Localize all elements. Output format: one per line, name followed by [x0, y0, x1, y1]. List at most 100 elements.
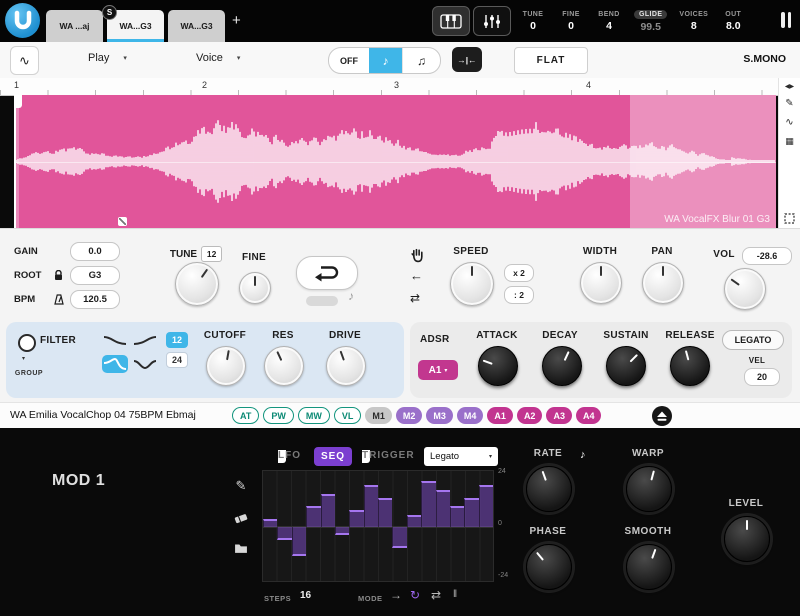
pitchwheel-pill[interactable]: PW [263, 407, 294, 424]
out-readout[interactable]: OUT 8.0 [720, 11, 746, 32]
waveform-display[interactable]: WA VocalFX Blur 01 G3 [14, 95, 776, 228]
voice-mode-dropdown[interactable]: Voice ▾ [196, 52, 240, 64]
speed-knob[interactable] [450, 262, 494, 306]
tab-seq[interactable]: SEQ [314, 447, 352, 466]
fade-handle[interactable] [118, 217, 127, 226]
waveform-tool-button[interactable]: ∿ [10, 46, 39, 75]
collapse-panel-button[interactable] [652, 406, 672, 426]
filter-lowpass-icon[interactable] [102, 331, 128, 349]
fade-out-region[interactable] [630, 95, 776, 228]
seq-step[interactable] [263, 519, 277, 527]
mod3-pill[interactable]: M3 [426, 407, 453, 424]
sync-note-button[interactable]: ♪ [369, 48, 402, 73]
seq-step[interactable] [277, 527, 291, 540]
grid-icon[interactable]: ▦ [785, 137, 794, 146]
filter-resonant-lowpass-icon[interactable] [102, 355, 128, 373]
env4-pill[interactable]: A4 [576, 407, 602, 424]
mod4-pill[interactable]: M4 [457, 407, 484, 424]
swap-direction-icon[interactable]: ⇄ [410, 291, 420, 305]
drive-knob[interactable] [326, 346, 366, 386]
filter-highpass-icon[interactable] [132, 331, 158, 349]
seq-step[interactable] [349, 510, 363, 527]
keyboard-view-button[interactable] [432, 6, 470, 36]
steps-value[interactable]: 16 [300, 590, 311, 601]
seq-step[interactable] [378, 498, 392, 527]
width-knob[interactable] [580, 262, 622, 304]
mode-loop-icon[interactable]: ↻ [410, 588, 420, 602]
filter-notch-icon[interactable] [132, 355, 158, 373]
release-knob[interactable] [670, 346, 710, 386]
app-logo-icon[interactable] [5, 3, 40, 38]
sync-off-button[interactable]: OFF [329, 48, 369, 73]
mode-hold-icon[interactable]: ‖ [453, 589, 457, 600]
tab-trigger[interactable]: TRIGGER [362, 450, 370, 463]
seq-step[interactable] [421, 481, 435, 527]
start-marker-handle[interactable] [14, 95, 22, 108]
timeline-ruler[interactable]: 1 2 3 4 [0, 78, 778, 96]
seq-step[interactable] [450, 506, 464, 527]
smooth-knob[interactable] [626, 544, 672, 590]
velocity-pill[interactable]: VL [334, 407, 362, 424]
bend-readout[interactable]: BEND 4 [596, 11, 622, 32]
sustain-knob[interactable] [606, 346, 646, 386]
hand-tool-icon[interactable] [409, 247, 425, 268]
curve-icon[interactable]: ∿ [785, 118, 793, 128]
envelope-slot-dropdown[interactable]: A1 ▾ [418, 360, 458, 380]
fine-knob[interactable] [239, 272, 271, 304]
play-mode-dropdown[interactable]: Play ▾ [88, 52, 127, 64]
preset-name[interactable]: WA Emilia VocalChop 04 75BPM Ebmaj [10, 409, 196, 421]
warp-knob[interactable] [626, 466, 672, 512]
attack-knob[interactable] [478, 346, 518, 386]
tune-semitone-value[interactable]: 12 [201, 246, 222, 262]
pan-knob[interactable] [642, 262, 684, 304]
seq-step[interactable] [335, 527, 349, 535]
aftertouch-pill[interactable]: AT [232, 407, 259, 424]
legato-button[interactable]: LEGATO [722, 330, 784, 350]
seq-step[interactable] [479, 485, 493, 527]
speed-double-button[interactable]: x 2 [504, 264, 534, 282]
flat-button[interactable]: FLAT [514, 47, 588, 74]
seq-step[interactable] [436, 490, 450, 528]
add-tab-button[interactable]: + [232, 12, 241, 29]
filter-group-label[interactable]: GROUP [10, 370, 48, 377]
env3-pill[interactable]: A3 [546, 407, 572, 424]
phase-knob[interactable] [526, 544, 572, 590]
seq-step[interactable] [392, 527, 406, 548]
gain-value[interactable]: 0.0 [70, 242, 120, 261]
tune-readout[interactable]: TUNE 0 [520, 11, 546, 32]
cutoff-knob[interactable] [206, 346, 246, 386]
modwheel-pill[interactable]: MW [298, 407, 330, 424]
vel-value[interactable]: 20 [744, 368, 780, 386]
env1-pill[interactable]: A1 [487, 407, 513, 424]
root-value[interactable]: G3 [70, 266, 120, 285]
tune-knob[interactable] [175, 262, 219, 306]
sync-triplet-button[interactable]: ♫ [402, 48, 440, 73]
seq-step[interactable] [407, 515, 421, 528]
vol-knob[interactable] [724, 268, 766, 310]
preset-tab-1[interactable]: WA ...aj [46, 10, 103, 42]
eraser-tool-icon[interactable] [234, 512, 248, 524]
selection-frame-icon[interactable] [784, 213, 795, 224]
fine-readout[interactable]: FINE 0 [558, 11, 584, 32]
res-knob[interactable] [264, 346, 304, 386]
load-preset-folder-icon[interactable] [234, 542, 248, 554]
seq-step[interactable] [464, 498, 478, 527]
step-sequencer-grid[interactable] [262, 470, 494, 582]
slope-12db-button[interactable]: 12 [166, 332, 188, 348]
mode-pingpong-icon[interactable]: ⇄ [431, 588, 441, 602]
rate-knob[interactable] [526, 466, 572, 512]
vol-value[interactable]: -28.6 [742, 247, 792, 265]
h-arrows-icon[interactable]: ◀▶ [785, 84, 794, 90]
start-marker[interactable] [14, 95, 16, 228]
crossfade-slider[interactable] [306, 296, 338, 306]
mod2-pill[interactable]: M2 [396, 407, 423, 424]
pencil-icon[interactable]: ✎ [785, 99, 793, 109]
seq-step[interactable] [292, 527, 306, 556]
voices-readout[interactable]: VOICES 8 [679, 11, 708, 32]
note-sync-icon[interactable]: ♪ [580, 449, 586, 461]
mono-mode-label[interactable]: S.MONO [743, 53, 786, 65]
mod1-pill[interactable]: M1 [365, 407, 392, 424]
preset-tab-3[interactable]: WA...G3 [168, 10, 225, 42]
snap-to-center-button[interactable]: →|← [452, 47, 482, 72]
seq-step[interactable] [321, 494, 335, 527]
